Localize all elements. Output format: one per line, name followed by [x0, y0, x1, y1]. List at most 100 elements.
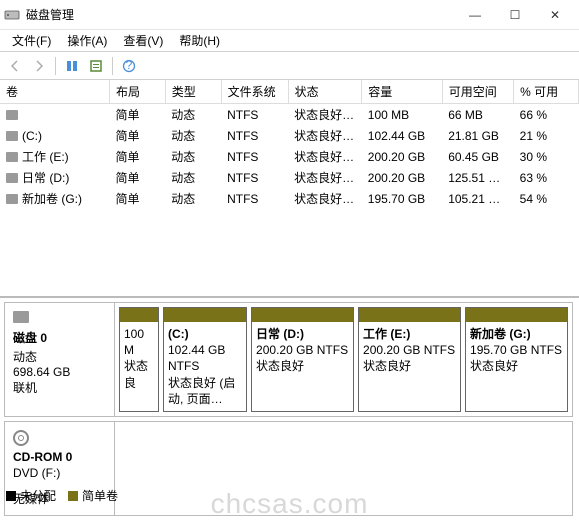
back-button: [4, 55, 26, 77]
cell: 200.20 GB: [362, 146, 442, 167]
table-row[interactable]: 新加卷 (G:)简单动态NTFS状态良好 (…195.70 GB105.21 ……: [0, 188, 579, 209]
column-header[interactable]: 状态: [288, 80, 362, 104]
maximize-button[interactable]: ☐: [495, 1, 535, 29]
volume-name-cell: 工作 (E:): [0, 146, 109, 167]
minimize-button[interactable]: —: [455, 1, 495, 29]
column-header[interactable]: 布局: [109, 80, 165, 104]
disk-type: 动态: [13, 348, 106, 365]
cell: 简单: [109, 104, 165, 126]
partition[interactable]: 100 M 状态良: [119, 307, 159, 412]
partition-body: 日常 (D:) 200.20 GB NTFS 状态良好: [252, 322, 353, 379]
partition-header: [120, 308, 158, 322]
column-header[interactable]: 文件系统: [221, 80, 288, 104]
partition-body: 工作 (E:) 200.20 GB NTFS 状态良好: [359, 322, 460, 379]
toolbar-separator: [112, 57, 113, 75]
partition-size: 100 M: [124, 326, 154, 358]
cell: 简单: [109, 167, 165, 188]
refresh-button[interactable]: [61, 55, 83, 77]
cell: 简单: [109, 146, 165, 167]
column-header[interactable]: 容量: [362, 80, 442, 104]
cell: 200.20 GB: [362, 167, 442, 188]
cell: 195.70 GB: [362, 188, 442, 209]
help-button[interactable]: ?: [118, 55, 140, 77]
cell: 60.45 GB: [442, 146, 513, 167]
disk-status: 联机: [13, 379, 106, 396]
menu-view[interactable]: 查看(V): [115, 30, 171, 51]
cell: 简单: [109, 125, 165, 146]
cell: 125.51 …: [442, 167, 513, 188]
cell: 状态良好 (…: [288, 125, 362, 146]
cell: 动态: [165, 188, 221, 209]
disk-name: 磁盘 0: [13, 329, 106, 346]
disk-label: 磁盘 0 动态 698.64 GB 联机: [5, 303, 115, 416]
cell: 动态: [165, 146, 221, 167]
cell: 66 MB: [442, 104, 513, 126]
cell: NTFS: [221, 167, 288, 188]
forward-button: [28, 55, 50, 77]
app-icon: [4, 7, 20, 23]
disk-size: 698.64 GB: [13, 365, 106, 379]
cell: 54 %: [514, 188, 579, 209]
svg-text:?: ?: [126, 59, 133, 72]
menu-bar: 文件(F) 操作(A) 查看(V) 帮助(H): [0, 30, 579, 52]
disk-icon: [13, 311, 29, 323]
menu-help[interactable]: 帮助(H): [171, 30, 228, 51]
partition-title: 工作 (E:): [363, 326, 456, 342]
column-header[interactable]: % 可用: [514, 80, 579, 104]
cell: 21 %: [514, 125, 579, 146]
volume-name-cell: [0, 104, 109, 126]
cell: NTFS: [221, 188, 288, 209]
table-row[interactable]: 工作 (E:)简单动态NTFS状态良好 (…200.20 GB60.45 GB3…: [0, 146, 579, 167]
partition-header: [252, 308, 353, 322]
partition-size: 102.44 GB NTFS: [168, 342, 242, 374]
cell: 状态良好 (…: [288, 104, 362, 126]
cell: 102.44 GB: [362, 125, 442, 146]
partition-status: 状态良好: [470, 358, 563, 374]
cdrom-name: CD-ROM 0: [13, 450, 106, 464]
disk-row-0[interactable]: 磁盘 0 动态 698.64 GB 联机 100 M 状态良 (C:) 102.…: [4, 302, 573, 417]
partition-size: 200.20 GB NTFS: [363, 342, 456, 358]
title-bar: 磁盘管理 — ☐ ✕: [0, 0, 579, 30]
cell: 简单: [109, 188, 165, 209]
partition[interactable]: (C:) 102.44 GB NTFS 状态良好 (启动, 页面…: [163, 307, 247, 412]
partition[interactable]: 新加卷 (G:) 195.70 GB NTFS 状态良好: [465, 307, 568, 412]
menu-file[interactable]: 文件(F): [4, 30, 59, 51]
cell: 状态良好 (…: [288, 188, 362, 209]
partition-title: 新加卷 (G:): [470, 326, 563, 342]
close-button[interactable]: ✕: [535, 1, 575, 29]
table-row[interactable]: 日常 (D:)简单动态NTFS状态良好 (…200.20 GB125.51 …6…: [0, 167, 579, 188]
partition-status: 状态良好 (启动, 页面…: [168, 375, 242, 407]
legend: 未分配 简单卷: [6, 487, 118, 504]
toolbar-separator: [55, 57, 56, 75]
partition-status: 状态良: [124, 358, 154, 390]
window-title: 磁盘管理: [26, 6, 455, 23]
legend-unallocated: 未分配: [6, 487, 56, 504]
cdrom-icon: [13, 430, 29, 446]
cell: 63 %: [514, 167, 579, 188]
cell: 105.21 …: [442, 188, 513, 209]
partition-body: (C:) 102.44 GB NTFS 状态良好 (启动, 页面…: [164, 322, 246, 411]
column-header[interactable]: 类型: [165, 80, 221, 104]
partition-size: 195.70 GB NTFS: [470, 342, 563, 358]
cell: 状态良好 (…: [288, 146, 362, 167]
partition-status: 状态良好: [256, 358, 349, 374]
cell: 66 %: [514, 104, 579, 126]
partition-size: 200.20 GB NTFS: [256, 342, 349, 358]
volume-name-cell: 新加卷 (G:): [0, 188, 109, 209]
cdrom-drive: DVD (F:): [13, 466, 106, 480]
table-row[interactable]: 简单动态NTFS状态良好 (…100 MB66 MB66 %: [0, 104, 579, 126]
partition-body: 新加卷 (G:) 195.70 GB NTFS 状态良好: [466, 322, 567, 379]
partition-title: 日常 (D:): [256, 326, 349, 342]
partition[interactable]: 日常 (D:) 200.20 GB NTFS 状态良好: [251, 307, 354, 412]
cell: 100 MB: [362, 104, 442, 126]
cell: 动态: [165, 167, 221, 188]
partition[interactable]: 工作 (E:) 200.20 GB NTFS 状态良好: [358, 307, 461, 412]
partition-status: 状态良好: [363, 358, 456, 374]
column-header[interactable]: 可用空间: [442, 80, 513, 104]
menu-action[interactable]: 操作(A): [59, 30, 115, 51]
properties-button[interactable]: [85, 55, 107, 77]
partition-body: 100 M 状态良: [120, 322, 158, 395]
partition-header: [466, 308, 567, 322]
table-row[interactable]: (C:)简单动态NTFS状态良好 (…102.44 GB21.81 GB21 %: [0, 125, 579, 146]
column-header[interactable]: 卷: [0, 80, 109, 104]
